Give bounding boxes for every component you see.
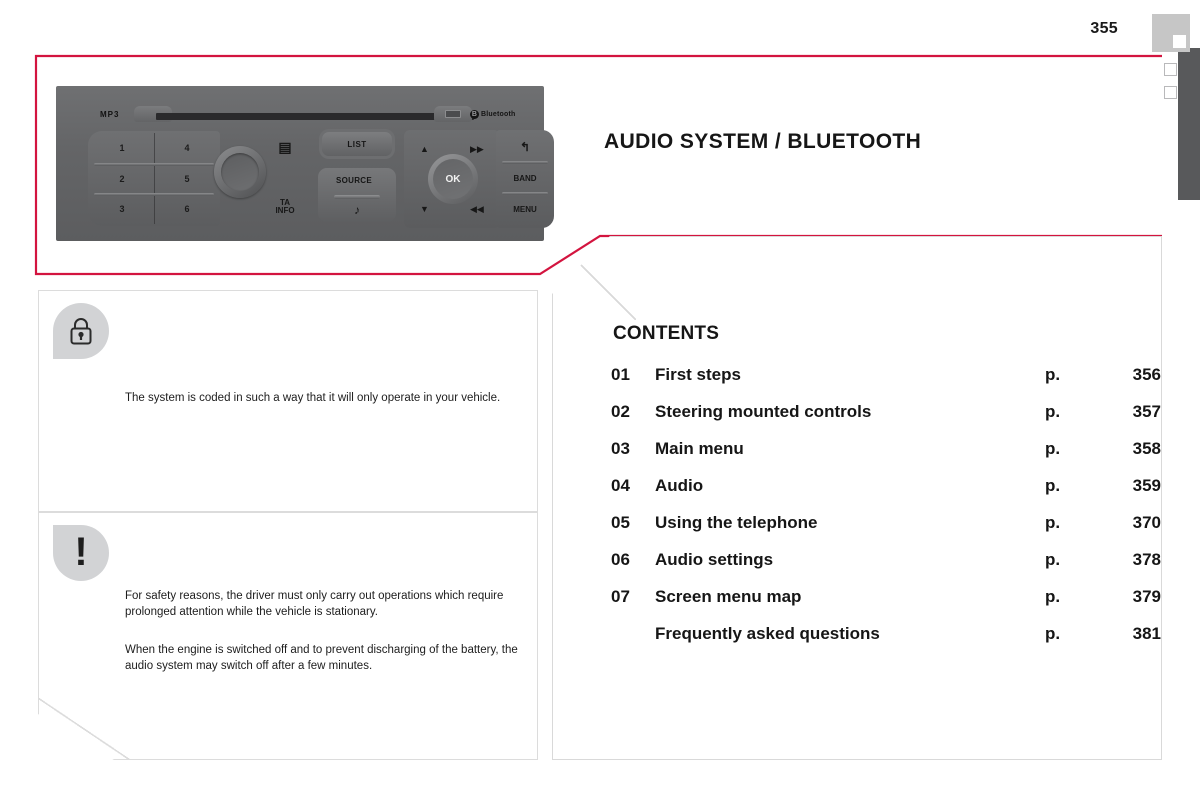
contents-panel: CONTENTS 01 First steps p. 356 02 Steeri… [552,236,1162,760]
toc-number: 06 [611,550,630,569]
car-radio-illustration: MP3 B Bluetooth 1 4 2 5 3 6 ▤ TA INFO LI… [56,86,554,241]
toc-page-prefix: p. [1045,439,1061,458]
margin-checkbox-1 [1164,63,1177,76]
toc-page-prefix: p. [1045,550,1061,569]
source-label: SOURCE [335,176,373,185]
display-mode-button[interactable]: ▤ [270,134,300,160]
toc-row[interactable]: 06 Audio settings p. 378 [611,550,1161,587]
safety-note-paragraph-2: When the engine is switched off and to p… [125,644,518,672]
display-mode-icon: ▤ [278,138,292,155]
page-number: 355 [1090,20,1118,37]
toc-row[interactable]: 05 Using the telephone p. 370 [611,513,1161,550]
toc-number: 05 [611,513,630,532]
toc-page-number: 359 [1132,476,1161,495]
toc-number: 02 [611,402,630,421]
coding-note-text: The system is coded in such a way that i… [125,392,501,404]
toc-label: Steering mounted controls [655,402,872,421]
toc-page-number: 356 [1132,365,1161,384]
toc-number: 03 [611,439,630,458]
preset-button-4[interactable]: 4 [155,133,219,163]
table-of-contents: 01 First steps p. 356 02 Steering mounte… [611,365,1161,661]
down-arrow-icon[interactable]: ▼ [420,204,429,214]
right-button-column: ↰ BAND MENU [496,130,554,228]
back-button[interactable]: ↰ [496,132,554,162]
cd-eject-button[interactable] [434,106,472,122]
cd-slot [156,113,474,120]
source-divider [334,195,380,199]
preset-cluster: 1 4 2 5 3 6 [88,131,220,226]
bluetooth-label: B Bluetooth [470,110,515,119]
margin-checkbox-2 [1164,86,1177,99]
list-button[interactable]: LIST [322,132,392,156]
toc-label: Audio settings [655,550,774,569]
toc-row[interactable]: 04 Audio p. 359 [611,476,1161,513]
page-edge-tab [1178,48,1200,200]
preset-button-2[interactable]: 2 [90,164,154,194]
warning-badge: ! [53,525,109,581]
toc-label: Frequently asked questions [655,624,880,643]
bluetooth-icon: B [470,110,479,119]
music-note-icon: ♪ [354,203,360,217]
menu-button[interactable]: MENU [496,194,554,224]
page-title: AUDIO SYSTEM / BLUETOOTH [604,130,922,153]
preset-button-5[interactable]: 5 [155,164,219,194]
corner-marker-inner [1173,35,1186,48]
toc-page-number: 379 [1132,587,1161,606]
preset-button-6[interactable]: 6 [155,194,219,224]
toc-page-prefix: p. [1045,402,1061,421]
rewind-icon[interactable]: ◀◀ [470,204,484,215]
toc-number: 01 [611,365,630,384]
corner-marker-block [1152,14,1190,52]
toc-label: Audio [655,476,704,495]
toc-row[interactable]: 02 Steering mounted controls p. 357 [611,402,1161,439]
fast-forward-icon[interactable]: ▶▶ [470,144,484,155]
toc-label: Screen menu map [655,587,802,606]
toc-page-prefix: p. [1045,365,1061,384]
toc-row[interactable]: 03 Main menu p. 358 [611,439,1161,476]
lock-icon [70,318,92,345]
preset-button-3[interactable]: 3 [90,194,154,224]
manual-page: 355 MP3 B Bluetooth 1 4 2 5 3 6 ▤ TA INF… [0,0,1200,800]
toc-page-number: 378 [1132,550,1161,569]
mp3-label: MP3 [100,110,120,119]
bluetooth-text: Bluetooth [481,111,516,118]
ta-info-button[interactable]: TA INFO [262,192,308,222]
up-arrow-icon[interactable]: ▲ [420,144,429,154]
toc-page-prefix: p. [1045,624,1061,643]
toc-page-prefix: p. [1045,513,1061,532]
band-button[interactable]: BAND [496,163,554,193]
toc-label: First steps [655,365,741,384]
volume-knob[interactable] [214,146,266,198]
toc-number: 07 [611,587,630,606]
toc-row-faq[interactable]: Frequently asked questions p. 381 [611,624,1161,661]
note-card-safety: ! For safety reasons, the driver must on… [38,512,538,760]
toc-page-number: 370 [1132,513,1161,532]
contents-heading: CONTENTS [613,323,720,344]
notes-column: The system is coded in such a way that i… [38,290,538,760]
navigation-pad: ▲ ▶▶ ▼ ◀◀ OK [404,130,500,228]
toc-page-prefix: p. [1045,587,1061,606]
cd-icon [445,110,461,118]
info-label: INFO [275,206,295,215]
toc-label: Using the telephone [655,513,818,532]
exclamation-icon: ! [74,529,88,574]
toc-row[interactable]: 01 First steps p. 356 [611,365,1161,402]
ok-button[interactable]: OK [433,159,473,199]
toc-page-number: 357 [1132,402,1161,421]
toc-number: 04 [611,476,630,495]
note-card-coding: The system is coded in such a way that i… [38,290,538,512]
ok-ring: OK [428,154,478,204]
source-button[interactable]: SOURCE ♪ [318,168,396,222]
toc-label: Main menu [655,439,744,458]
volume-knob-face [221,153,259,191]
toc-row[interactable]: 07 Screen menu map p. 379 [611,587,1161,624]
preset-button-1[interactable]: 1 [90,133,154,163]
toc-page-prefix: p. [1045,476,1061,495]
safety-note-paragraph-1: For safety reasons, the driver must only… [125,590,504,618]
toc-page-number: 381 [1132,624,1161,643]
lock-badge [53,303,109,359]
toc-page-number: 358 [1132,439,1161,458]
